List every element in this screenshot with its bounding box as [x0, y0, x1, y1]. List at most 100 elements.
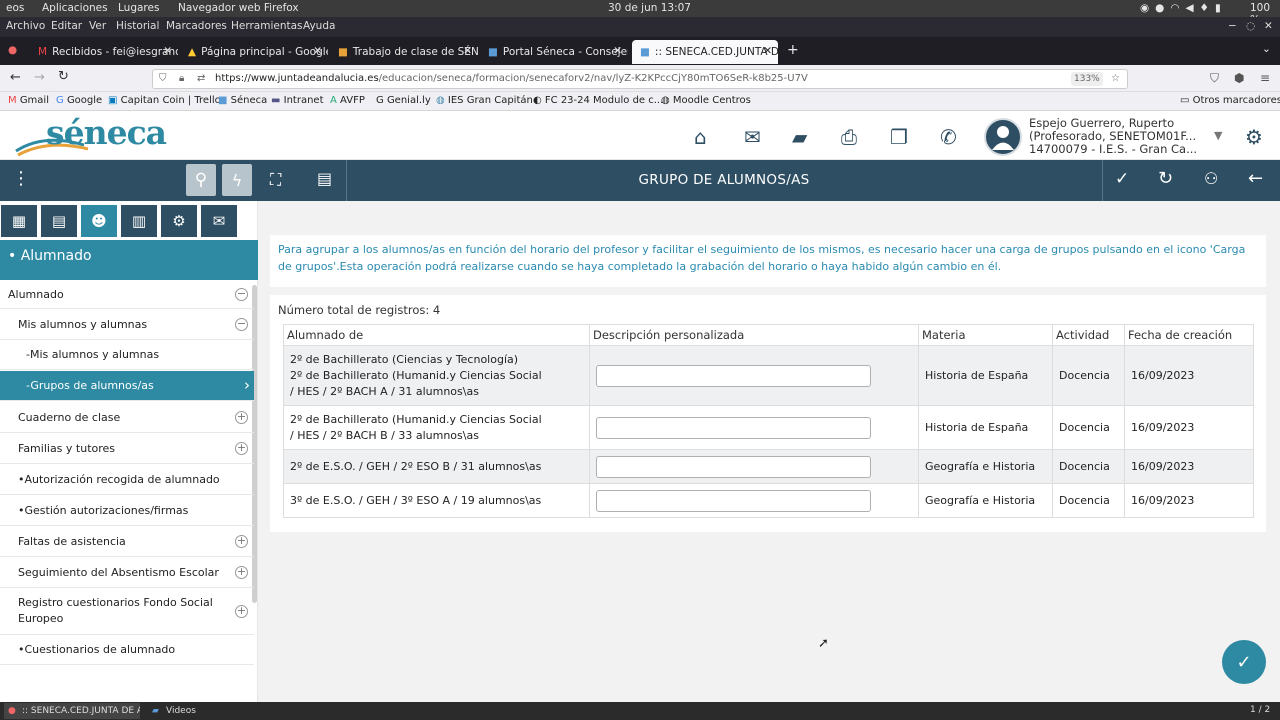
back-icon[interactable]: ←	[10, 70, 21, 85]
column-header-actividad[interactable]: Actividad	[1052, 324, 1125, 346]
tab-utilidades[interactable]: ⚙	[161, 205, 197, 237]
table-row[interactable]: 2º de Bachillerato (Humanid.y Ciencias S…	[283, 405, 1254, 450]
load-groups-icon[interactable]: ⚇	[1204, 169, 1218, 188]
tab-google-drive[interactable]: ▲ Página principal - Google ✕	[180, 40, 328, 64]
back-arrow-icon[interactable]: ←	[1248, 168, 1263, 189]
close-tab-icon[interactable]: ✕	[763, 45, 772, 57]
taskbar-item-seneca[interactable]: ●:: SENECA.CED.JUNTA DE ANDAL...	[4, 703, 140, 719]
collapse-icon[interactable]: −	[235, 318, 248, 331]
extensions-icon[interactable]: ⬢	[1234, 71, 1244, 85]
restore-window-icon[interactable]: ◌	[1246, 20, 1255, 32]
close-window-icon[interactable]: ✕	[1264, 20, 1273, 32]
status-icons[interactable]: ◉●◠◀♦▮	[1140, 2, 1227, 14]
bookmark-fc[interactable]: ◐ FC 23-24 Modulo de c...	[533, 95, 663, 106]
url-bar[interactable]: ⛉ 🔒︎ ⇄ https://www.juntadeandalucia.es/e…	[152, 69, 1128, 89]
table-row[interactable]: 2º de E.S.O. / GEH / 2º ESO B / 31 alumn…	[283, 449, 1254, 484]
bookmark-ies[interactable]: ◍ IES Gran Capitán	[436, 95, 533, 106]
seneca-logo[interactable]: séneca	[14, 113, 167, 157]
os-logo[interactable]: eos	[6, 2, 24, 14]
pocket-icon[interactable]: ⛉	[1210, 71, 1219, 86]
sidebar-item-mis-alumnos[interactable]: Mis alumnos y alumnas −	[0, 310, 254, 340]
user-avatar[interactable]	[984, 118, 1022, 156]
sidebar-item-fondo-social[interactable]: Registro cuestionarios Fondo Social Euro…	[0, 588, 254, 635]
table-row[interactable]: 2º de Bachillerato (Ciencias y Tecnologí…	[283, 345, 1254, 406]
tab-centro[interactable]: ▦	[1, 205, 37, 237]
menu-icon[interactable]: ≡	[1260, 71, 1270, 85]
sidebar-item-faltas[interactable]: Faltas de asistencia +	[0, 526, 254, 557]
quick-access-button[interactable]: ϟ	[222, 164, 252, 196]
sidebar-item-mis-alumnos-sub[interactable]: -Mis alumnos y alumnas	[0, 340, 254, 370]
settings-gear-icon[interactable]: ⚙	[1245, 125, 1263, 149]
zoom-level[interactable]: 133%	[1071, 72, 1103, 86]
lock-icon[interactable]: 🔒︎	[179, 70, 184, 88]
bookmark-seneca[interactable]: ■ Séneca	[218, 95, 267, 106]
pdf-icon[interactable]: ▤	[317, 169, 332, 188]
active-app-label[interactable]: Navegador web Firefox	[178, 2, 299, 14]
caret-down-icon[interactable]: ▼	[1214, 129, 1222, 142]
documents-icon[interactable]: ❐	[890, 125, 908, 149]
sidebar-item-grupos-alumnos[interactable]: -Grupos de alumnos/as ›	[0, 371, 254, 401]
home-icon[interactable]: ⌂	[694, 125, 707, 149]
table-row[interactable]: 3º de E.S.O. / GEH / 3º ESO A / 19 alumn…	[283, 483, 1254, 518]
expand-icon[interactable]: +	[235, 604, 248, 618]
menu-historial[interactable]: Historial	[116, 20, 159, 32]
menu-ayuda[interactable]: Ayuda	[303, 20, 335, 32]
tab-personal[interactable]: ▤	[41, 205, 77, 237]
column-header-alumnado[interactable]: Alumnado de	[283, 324, 590, 346]
firefox-view-icon[interactable]: ●	[8, 44, 17, 56]
accept-check-icon[interactable]: ✓	[1115, 169, 1129, 189]
column-header-descripcion[interactable]: Descripción personalizada	[589, 324, 919, 346]
description-input[interactable]	[596, 455, 871, 478]
menu-archivo[interactable]: Archivo	[6, 20, 45, 32]
expand-icon[interactable]: +	[235, 410, 248, 424]
collapse-icon[interactable]: −	[235, 287, 248, 301]
forward-icon[interactable]: →	[34, 70, 45, 85]
description-input[interactable]	[596, 364, 871, 387]
tab-gmail[interactable]: M Recibidos - fei@iesgranc ✕	[30, 40, 178, 64]
applications-menu[interactable]: Aplicaciones	[42, 2, 108, 14]
shield-icon[interactable]: ⛉	[159, 70, 167, 88]
description-input[interactable]	[596, 416, 871, 439]
sidebar-item-alumnado[interactable]: Alumnado −	[0, 280, 254, 309]
expand-icon[interactable]: +	[235, 441, 248, 455]
phone-icon[interactable]: ✆	[940, 125, 957, 149]
permissions-icon[interactable]: ⇄	[197, 70, 205, 88]
bookmark-star-icon[interactable]: ☆	[1111, 70, 1120, 88]
tab-classroom[interactable]: ■ Trabajo de clase de SÉNE ✕	[330, 40, 478, 64]
list-tabs-icon[interactable]: ⌄	[1262, 43, 1271, 55]
bookmark-intranet[interactable]: ▬ Intranet	[271, 95, 324, 106]
menu-ver[interactable]: Ver	[89, 20, 106, 32]
print-icon[interactable]: ⎙	[841, 125, 857, 149]
places-menu[interactable]: Lugares	[118, 2, 159, 14]
menu-marcadores[interactable]: Marcadores	[166, 20, 227, 32]
vertical-menu-icon[interactable]: ⋮	[12, 168, 30, 189]
column-header-materia[interactable]: Materia	[918, 324, 1053, 346]
expand-icon[interactable]: +	[235, 565, 248, 579]
close-tab-icon[interactable]: ✕	[163, 45, 172, 57]
minimize-window-icon[interactable]: −	[1228, 20, 1237, 32]
sidebar-item-familias[interactable]: Familias y tutores +	[0, 433, 254, 464]
tab-evaluacion[interactable]: ▥	[121, 205, 157, 237]
accept-floating-button[interactable]: ✓	[1222, 640, 1266, 684]
bookmark-genially[interactable]: G Genial.ly	[376, 95, 431, 106]
close-tab-icon[interactable]: ✕	[463, 45, 472, 57]
user-info[interactable]: Espejo Guerrero, Ruperto (Profesorado, S…	[1029, 117, 1209, 156]
description-input[interactable]	[596, 489, 871, 512]
bookmark-trello[interactable]: ▣ Capitan Coin | Trello	[108, 95, 221, 106]
other-bookmarks[interactable]: ▭ Otros marcadores	[1180, 95, 1280, 106]
menu-editar[interactable]: Editar	[51, 20, 82, 32]
workspace-indicator[interactable]: 1 / 2	[1250, 705, 1270, 715]
menu-herramientas[interactable]: Herramientas	[231, 20, 303, 32]
tab-mensajes[interactable]: ✉	[201, 205, 237, 237]
bookmark-gmail[interactable]: M Gmail	[8, 95, 49, 106]
close-tab-icon[interactable]: ✕	[313, 45, 322, 57]
refresh-icon[interactable]: ↻	[1158, 168, 1173, 189]
expand-icon[interactable]: +	[235, 534, 248, 548]
sidebar-item-cuaderno[interactable]: Cuaderno de clase +	[0, 402, 254, 433]
sidebar-item-absentismo[interactable]: Seguimiento del Absentismo Escolar +	[0, 557, 254, 588]
sidebar-item-cuestionarios[interactable]: •Cuestionarios de alumnado	[0, 635, 254, 665]
bookmark-moodle[interactable]: ◍ Moodle Centros	[661, 95, 751, 106]
reload-icon[interactable]: ↻	[58, 69, 69, 84]
sidebar-item-autorizacion-recogida[interactable]: •Autorización recogida de alumnado	[0, 464, 254, 495]
bookmark-google[interactable]: G Google	[56, 95, 102, 106]
